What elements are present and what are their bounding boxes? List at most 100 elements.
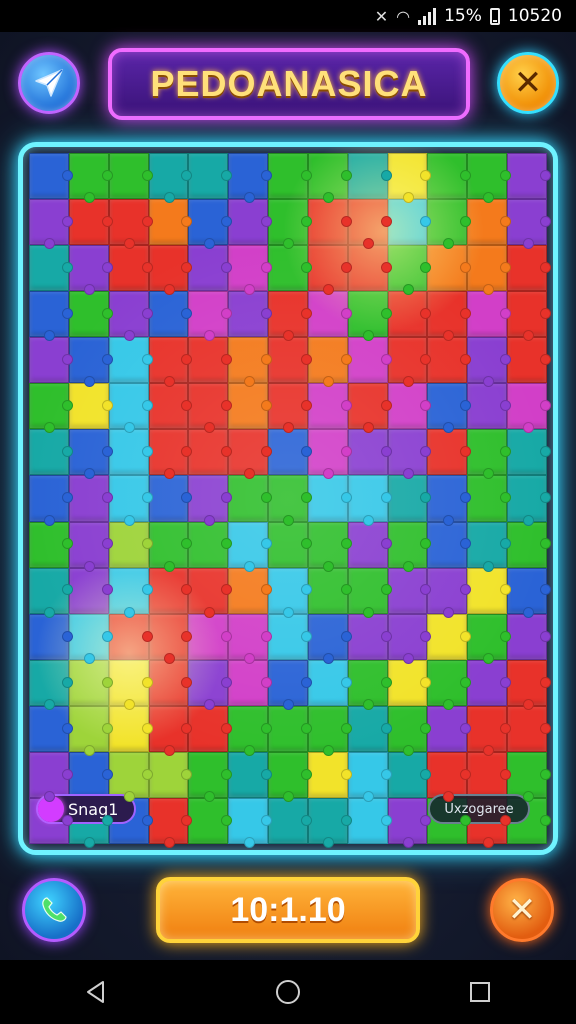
puzzle-piece[interactable] — [148, 337, 193, 388]
puzzle-piece[interactable] — [507, 659, 551, 710]
puzzle-piece[interactable] — [268, 567, 312, 618]
puzzle-piece[interactable] — [68, 429, 113, 480]
puzzle-piece[interactable] — [427, 613, 472, 660]
puzzle-piece[interactable] — [307, 153, 352, 204]
puzzle-piece[interactable] — [68, 291, 113, 338]
puzzle-piece[interactable] — [228, 797, 272, 849]
puzzle-piece[interactable] — [148, 245, 193, 296]
puzzle-piece[interactable] — [467, 429, 511, 480]
puzzle-piece[interactable] — [507, 291, 551, 342]
puzzle-piece[interactable] — [148, 429, 193, 480]
puzzle-piece[interactable] — [507, 751, 551, 802]
puzzle-piece[interactable] — [307, 245, 352, 296]
puzzle-piece[interactable] — [68, 383, 113, 430]
puzzle-piece[interactable] — [228, 199, 272, 246]
puzzle-piece[interactable] — [68, 705, 113, 756]
puzzle-piece[interactable] — [188, 475, 233, 526]
puzzle-piece[interactable] — [148, 613, 193, 664]
puzzle-piece[interactable] — [108, 429, 153, 476]
puzzle-piece[interactable] — [148, 659, 193, 706]
puzzle-piece[interactable] — [68, 567, 113, 614]
puzzle-piece[interactable] — [347, 153, 392, 200]
puzzle-piece[interactable] — [108, 567, 153, 618]
puzzle-piece[interactable] — [507, 199, 551, 250]
puzzle-piece[interactable] — [467, 751, 511, 798]
puzzle-piece[interactable] — [387, 383, 432, 430]
puzzle-piece[interactable] — [188, 153, 233, 200]
puzzle-piece[interactable] — [467, 567, 511, 614]
puzzle-piece[interactable] — [188, 659, 233, 710]
puzzle-piece[interactable] — [228, 751, 272, 798]
puzzle-piece[interactable] — [188, 245, 233, 292]
puzzle-piece[interactable] — [228, 567, 272, 614]
puzzle-piece[interactable] — [29, 659, 73, 710]
close-button-top[interactable]: ✕ — [497, 52, 559, 114]
puzzle-piece[interactable] — [228, 337, 272, 388]
puzzle-piece[interactable] — [507, 567, 551, 618]
puzzle-piece[interactable] — [108, 245, 153, 292]
puzzle-piece[interactable] — [387, 429, 432, 480]
puzzle-piece[interactable] — [307, 797, 352, 849]
puzzle-piece[interactable] — [228, 153, 272, 204]
puzzle-piece[interactable] — [228, 245, 272, 296]
call-button[interactable] — [22, 878, 86, 942]
puzzle-piece[interactable] — [188, 337, 233, 384]
puzzle-piece[interactable] — [467, 153, 511, 204]
puzzle-piece[interactable] — [467, 291, 511, 338]
puzzle-piece[interactable] — [228, 521, 272, 572]
puzzle-piece[interactable] — [148, 751, 193, 798]
puzzle-piece[interactable] — [268, 429, 312, 476]
puzzle-piece[interactable] — [467, 475, 511, 522]
puzzle-piece[interactable] — [108, 751, 153, 802]
puzzle-piece[interactable] — [347, 705, 392, 752]
puzzle-piece[interactable] — [507, 521, 551, 568]
puzzle-piece[interactable] — [307, 199, 352, 246]
puzzle-piece[interactable] — [188, 705, 233, 752]
puzzle-piece[interactable] — [387, 567, 432, 614]
puzzle-piece[interactable] — [507, 429, 551, 476]
puzzle-piece[interactable] — [108, 521, 153, 568]
puzzle-piece[interactable] — [29, 153, 73, 200]
puzzle-piece[interactable] — [507, 337, 551, 384]
puzzle-board[interactable] — [18, 142, 558, 855]
puzzle-piece[interactable] — [387, 475, 432, 522]
puzzle-piece[interactable] — [387, 797, 432, 849]
puzzle-piece[interactable] — [467, 521, 511, 572]
puzzle-piece[interactable] — [387, 659, 432, 706]
puzzle-piece[interactable] — [427, 337, 472, 384]
puzzle-piece[interactable] — [268, 659, 312, 710]
puzzle-piece[interactable] — [268, 153, 312, 200]
puzzle-piece[interactable] — [228, 291, 272, 338]
puzzle-piece[interactable] — [148, 567, 193, 614]
puzzle-piece[interactable] — [29, 705, 73, 752]
puzzle-piece[interactable] — [68, 245, 113, 296]
puzzle-piece[interactable] — [387, 705, 432, 756]
puzzle-piece[interactable] — [228, 383, 272, 430]
puzzle-piece[interactable] — [148, 797, 193, 849]
puzzle-piece[interactable] — [387, 153, 432, 204]
puzzle-piece[interactable] — [307, 659, 352, 706]
puzzle-piece[interactable] — [68, 659, 113, 706]
puzzle-piece[interactable] — [29, 567, 73, 618]
puzzle-piece[interactable] — [507, 475, 551, 526]
puzzle-piece[interactable] — [467, 245, 511, 296]
puzzle-piece[interactable] — [268, 613, 312, 660]
puzzle-piece[interactable] — [307, 613, 352, 664]
puzzle-piece[interactable] — [307, 429, 352, 480]
puzzle-piece[interactable] — [188, 383, 233, 434]
puzzle-piece[interactable] — [108, 613, 153, 660]
puzzle-piece[interactable] — [307, 751, 352, 798]
puzzle-piece[interactable] — [268, 705, 312, 752]
puzzle-piece[interactable] — [387, 245, 432, 296]
puzzle-piece[interactable] — [387, 337, 432, 388]
puzzle-piece[interactable] — [347, 751, 392, 802]
puzzle-piece[interactable] — [108, 383, 153, 434]
puzzle-piece[interactable] — [108, 659, 153, 710]
puzzle-piece[interactable] — [188, 429, 233, 476]
puzzle-piece[interactable] — [347, 199, 392, 250]
puzzle-piece[interactable] — [507, 383, 551, 434]
puzzle-piece[interactable] — [148, 475, 193, 522]
puzzle-piece[interactable] — [427, 153, 472, 200]
puzzle-piece[interactable] — [188, 199, 233, 250]
puzzle-piece[interactable] — [467, 337, 511, 388]
